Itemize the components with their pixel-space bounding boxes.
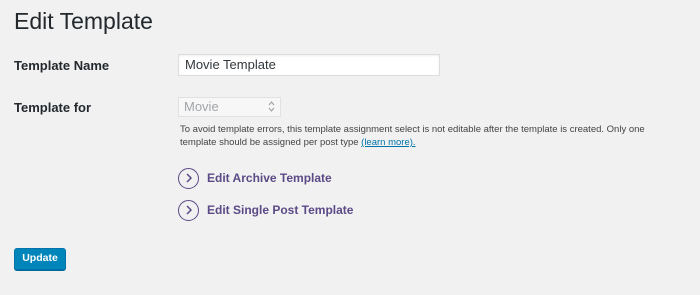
edit-archive-template-label: Edit Archive Template bbox=[207, 171, 332, 185]
template-assignment-help: To avoid template errors, this template … bbox=[180, 123, 650, 149]
learn-more-link[interactable]: (learn more). bbox=[361, 137, 415, 148]
edit-single-post-template-label: Edit Single Post Template bbox=[207, 203, 354, 217]
template-name-input[interactable]: Movie Template bbox=[178, 54, 440, 76]
template-name-label: Template Name bbox=[14, 58, 110, 73]
edit-archive-template-link[interactable]: Edit Archive Template bbox=[178, 167, 332, 189]
select-arrows-icon bbox=[268, 101, 275, 112]
chevron-right-circle-icon bbox=[178, 167, 199, 189]
template-for-selected-value: Movie bbox=[184, 99, 219, 114]
page-title: Edit Template bbox=[14, 8, 153, 34]
template-for-select: Movie bbox=[178, 97, 281, 117]
update-button[interactable]: Update bbox=[14, 248, 66, 270]
chevron-right-circle-icon bbox=[178, 199, 199, 221]
template-for-label: Template for bbox=[14, 100, 92, 115]
edit-template-page: Edit Template Template Name Movie Templa… bbox=[0, 0, 700, 295]
edit-single-post-template-link[interactable]: Edit Single Post Template bbox=[178, 199, 353, 221]
